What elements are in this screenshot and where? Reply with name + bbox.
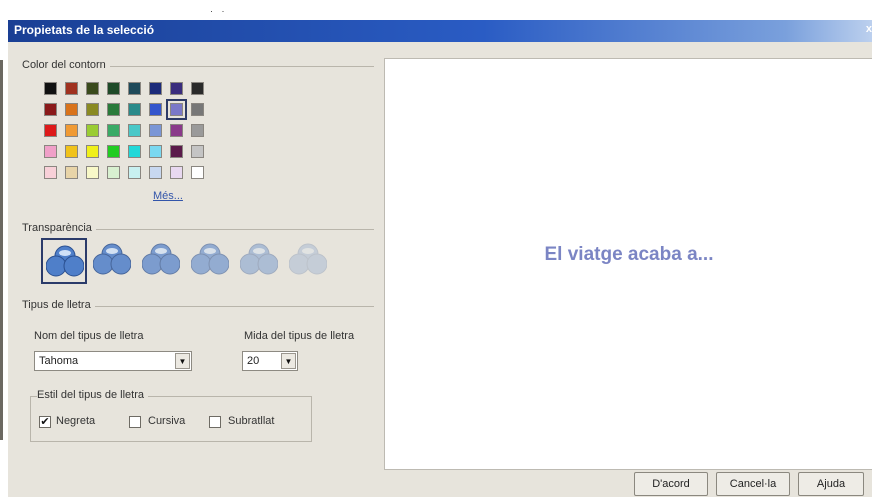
color-swatch[interactable] [149,82,162,95]
bold-checkbox[interactable]: ✔ [39,416,51,428]
color-swatch[interactable] [107,145,120,158]
font-style-group: Estil del tipus de lletra ✔ Negreta Curs… [30,389,312,442]
transparency-label: Transparència [22,222,96,234]
color-swatch[interactable] [44,124,57,137]
window-title: Propietats de la selecció [14,23,155,37]
transparency-option[interactable] [286,238,332,284]
help-button[interactable]: Ajuda [798,472,864,496]
color-swatch[interactable] [170,124,183,137]
outline-color-group: Color del contorn [22,59,374,71]
color-swatch[interactable] [170,166,183,179]
font-name-label: Nom del tipus de lletra [34,330,144,342]
transparency-option[interactable] [90,238,136,284]
blob-icon [289,243,327,275]
color-swatch[interactable] [107,124,120,137]
color-swatch[interactable] [191,103,204,116]
blob-icon [93,243,131,275]
font-group-label: Tipus de lletra [22,299,95,311]
font-size-select[interactable]: 20 ▼ [242,351,298,371]
color-swatch[interactable] [107,82,120,95]
color-swatch[interactable] [166,99,187,120]
color-swatch[interactable] [65,82,78,95]
transparency-options [41,236,341,288]
color-swatch[interactable] [107,166,120,179]
underline-checkbox[interactable] [209,416,221,428]
top-edge-marks: · · [210,6,228,16]
color-swatch[interactable] [191,124,204,137]
color-swatch[interactable] [149,124,162,137]
title-bar: Propietats de la selecció x [8,20,872,42]
transparency-option[interactable] [139,238,185,284]
chevron-down-icon[interactable]: ▼ [281,353,296,369]
color-swatch[interactable] [191,166,204,179]
close-icon[interactable]: x [866,23,872,35]
color-swatch[interactable] [65,166,78,179]
chevron-down-icon[interactable]: ▼ [175,353,190,369]
font-name-select[interactable]: Tahoma ▼ [34,351,192,371]
color-palette [44,82,244,182]
font-style-label: Estil del tipus de lletra [37,389,148,401]
transparency-option[interactable] [41,238,87,284]
color-swatch[interactable] [128,82,141,95]
bold-label: Negreta [56,415,96,427]
color-swatch[interactable] [65,103,78,116]
cancel-button[interactable]: Cancel·la [716,472,790,496]
outline-color-label: Color del contorn [22,59,110,71]
color-swatch[interactable] [44,103,57,116]
color-swatch[interactable] [170,82,183,95]
blob-icon [142,243,180,275]
transparency-option[interactable] [237,238,283,284]
blob-icon [191,243,229,275]
color-swatch[interactable] [44,145,57,158]
color-swatch[interactable] [86,103,99,116]
font-name-value: Tahoma [39,355,79,367]
color-swatch[interactable] [128,166,141,179]
color-swatch[interactable] [86,145,99,158]
font-group: Tipus de lletra [22,299,374,311]
selection-properties-dialog: Propietats de la selecció x Color del co… [8,20,872,497]
color-swatch[interactable] [149,103,162,116]
color-swatch[interactable] [128,145,141,158]
transparency-group: Transparència [22,222,374,234]
color-swatch[interactable] [44,82,57,95]
font-size-label: Mida del tipus de lletra [244,330,355,342]
color-swatch[interactable] [86,124,99,137]
color-swatch[interactable] [191,145,204,158]
color-swatch[interactable] [170,145,183,158]
italic-label: Cursiva [148,415,186,427]
preview-text: El viatge acaba a... [544,244,714,265]
color-swatch[interactable] [86,82,99,95]
blob-icon [240,243,278,275]
color-swatch[interactable] [128,103,141,116]
color-swatch[interactable] [86,166,99,179]
italic-checkbox[interactable] [129,416,141,428]
color-swatch[interactable] [65,124,78,137]
color-swatch[interactable] [149,166,162,179]
underline-label: Subratllat [228,415,275,427]
transparency-option[interactable] [188,238,234,284]
preview-pane: El viatge acaba a... [384,58,872,470]
color-swatch[interactable] [65,145,78,158]
ok-button[interactable]: D'acord [634,472,708,496]
color-swatch[interactable] [107,103,120,116]
blob-icon [46,245,84,277]
color-swatch[interactable] [128,124,141,137]
more-colors-link[interactable]: Més... [153,190,183,202]
left-border-strip [0,60,3,440]
color-swatch[interactable] [191,82,204,95]
color-swatch[interactable] [149,145,162,158]
color-swatch[interactable] [44,166,57,179]
font-size-value: 20 [247,355,260,367]
